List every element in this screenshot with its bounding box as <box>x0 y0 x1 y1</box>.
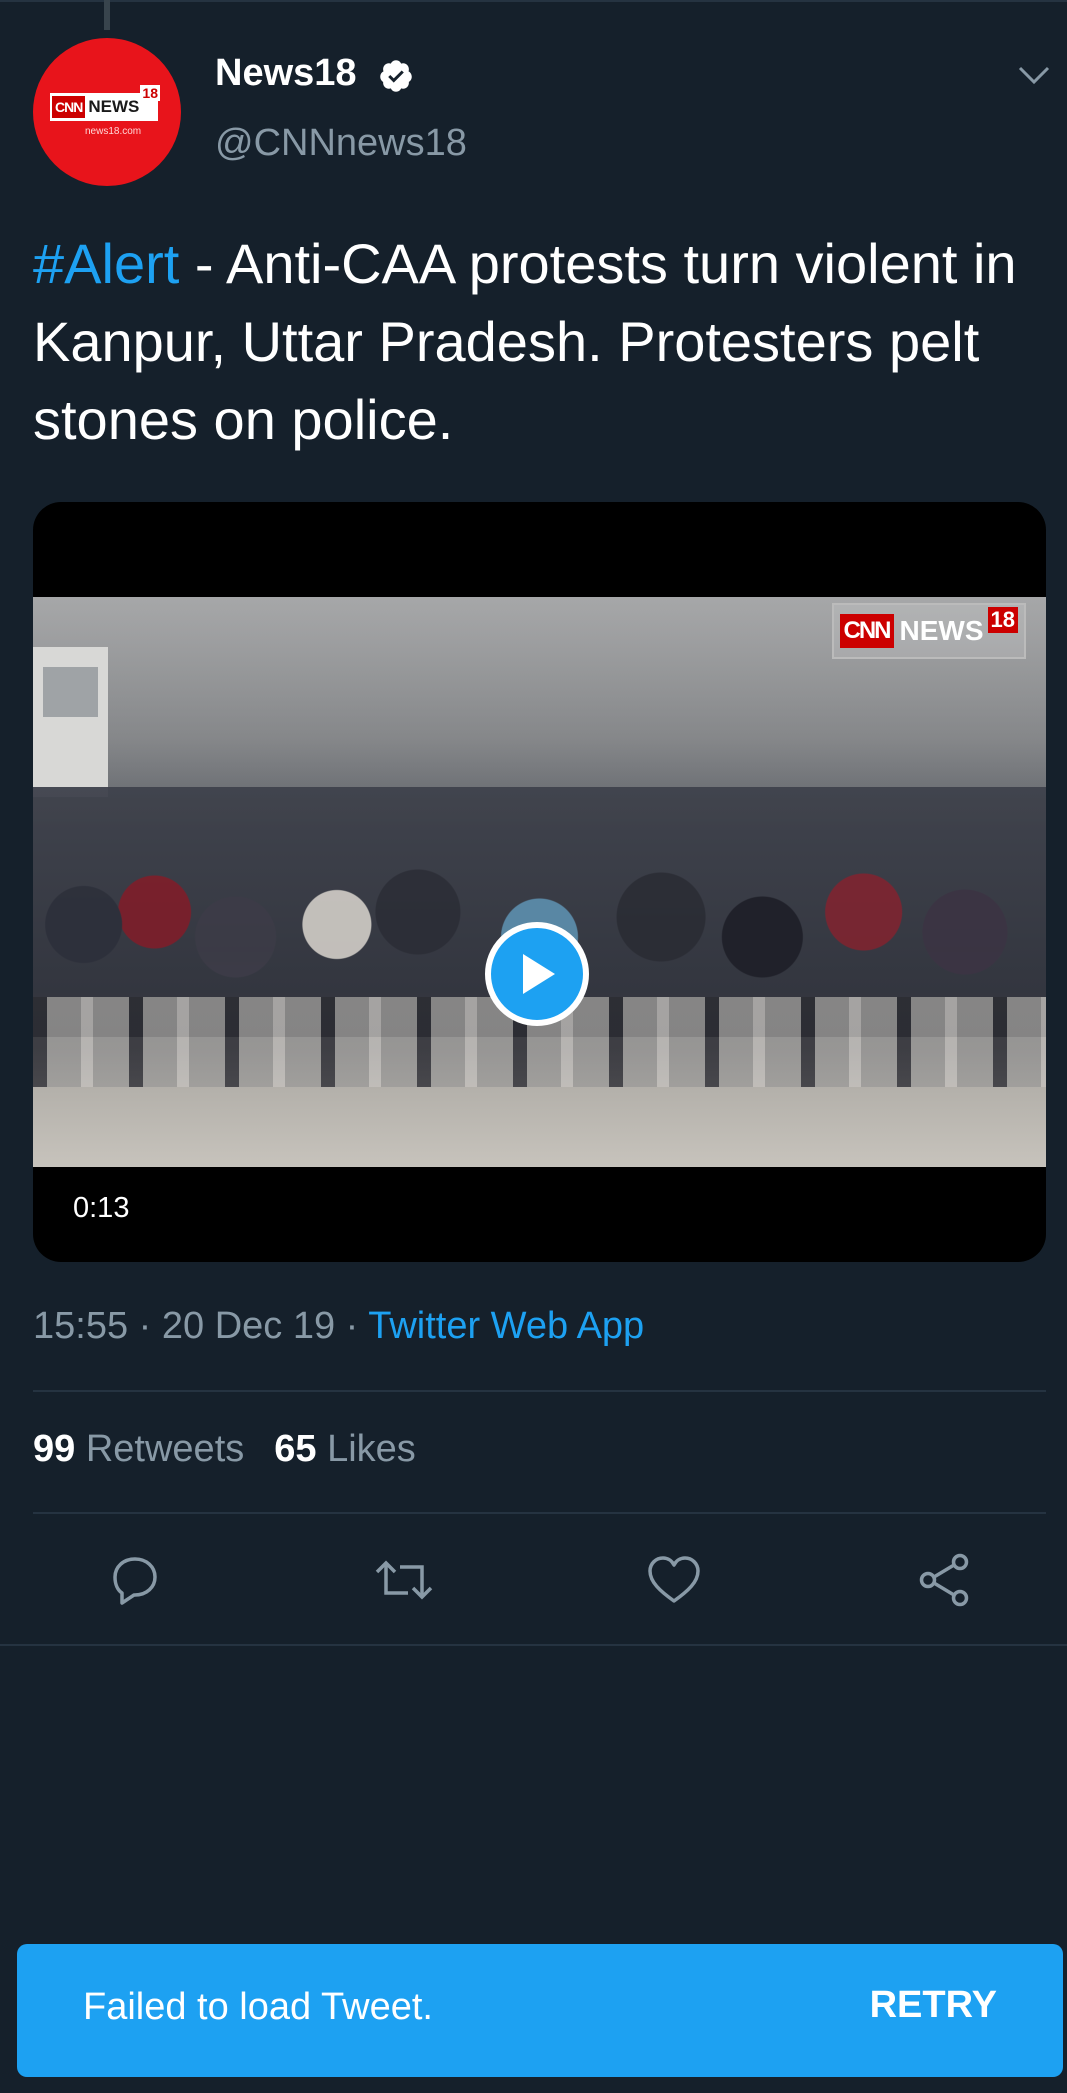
retweet-icon <box>375 1560 433 1600</box>
tweet-time[interactable]: 15:55 <box>33 1305 128 1347</box>
heart-icon <box>648 1556 700 1603</box>
avatar-logo-cnn: CNN <box>52 96 86 118</box>
tweet-date[interactable]: 20 Dec 19 <box>162 1305 335 1347</box>
retweet-button[interactable] <box>374 1550 434 1610</box>
hashtag-link[interactable]: #Alert <box>33 232 179 295</box>
meta-separator: · <box>138 1305 152 1347</box>
verified-badge-icon <box>380 60 412 92</box>
like-label: Likes <box>327 1428 416 1470</box>
retweet-count: 99 <box>33 1428 76 1470</box>
channel-watermark: CNN NEWS 18 <box>831 603 1026 659</box>
likes-stat[interactable]: 65 Likes <box>274 1428 416 1470</box>
retry-button[interactable]: RETRY <box>870 1984 997 2027</box>
avatar[interactable]: CNN NEWS 18 news18.com <box>33 38 181 186</box>
meta-separator: · <box>345 1305 359 1347</box>
divider <box>33 1390 1046 1392</box>
retweets-stat[interactable]: 99 Retweets <box>33 1428 244 1470</box>
play-icon <box>523 954 555 994</box>
watermark-cnn: CNN <box>839 614 894 648</box>
watermark-number: 18 <box>987 607 1018 633</box>
share-button[interactable] <box>914 1550 974 1610</box>
play-button[interactable] <box>485 922 589 1026</box>
avatar-logo-news: NEWS <box>88 97 140 116</box>
watermark-news: NEWS <box>899 615 984 646</box>
tweet-body: - Anti-CAA protests turn violent in Kanp… <box>33 232 1017 451</box>
like-count: 65 <box>274 1428 317 1470</box>
author-handle[interactable]: @CNNnews18 <box>215 122 467 165</box>
top-divider <box>0 0 1067 2</box>
reply-icon <box>113 1557 157 1605</box>
tweet-stats: 99 Retweets 65 Likes <box>33 1428 416 1471</box>
tweet-meta: 15:55 · 20 Dec 19 · Twitter Web App <box>33 1305 644 1348</box>
divider <box>33 1512 1046 1514</box>
avatar-logo: CNN NEWS 18 <box>50 85 160 121</box>
like-button[interactable] <box>644 1550 704 1610</box>
thread-line <box>104 0 110 30</box>
video-thumbnail: CNN NEWS 18 <box>33 597 1046 1167</box>
error-toast: Failed to load Tweet. RETRY <box>17 1944 1063 2077</box>
video-duration: 0:13 <box>73 1192 130 1224</box>
chevron-down-icon[interactable] <box>1016 62 1052 88</box>
retweet-label: Retweets <box>85 1428 245 1470</box>
author-name[interactable]: News18 <box>215 52 357 95</box>
reply-button[interactable] <box>105 1550 165 1610</box>
tweet-source-link[interactable]: Twitter Web App <box>368 1305 644 1347</box>
share-icon <box>919 1553 969 1607</box>
ground-shape <box>33 1087 1046 1167</box>
avatar-logo-number: 18 <box>140 85 160 101</box>
video-player[interactable]: CNN NEWS 18 0:13 <box>33 502 1046 1262</box>
avatar-logo-url: news18.com <box>85 126 142 137</box>
toast-message: Failed to load Tweet. <box>83 1986 433 2028</box>
divider <box>0 1644 1067 1646</box>
tweet-text: #Alert - Anti-CAA protests turn violent … <box>33 225 1033 459</box>
